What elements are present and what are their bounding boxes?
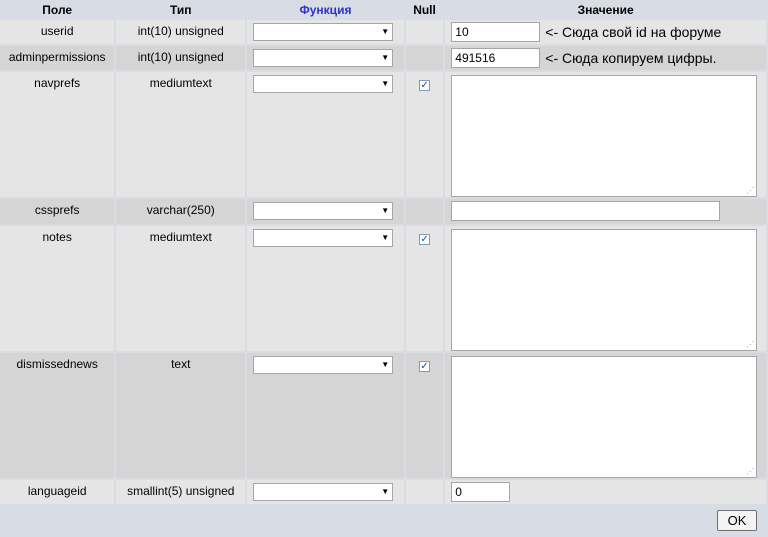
- table-row: cssprefs varchar(250) ▼: [0, 199, 766, 226]
- field-name: notes: [0, 226, 115, 353]
- dropdown-arrow-icon: ▼: [381, 487, 390, 496]
- field-type: mediumtext: [116, 226, 246, 353]
- resize-grip-icon[interactable]: ⋰: [746, 341, 754, 349]
- null-checkbox[interactable]: ✓: [419, 234, 431, 245]
- table-edit-form: Поле Тип Функция Null Значение userid in…: [0, 0, 768, 506]
- field-name: navprefs: [0, 72, 115, 199]
- header-field: Поле: [0, 0, 115, 20]
- function-select[interactable]: ▼: [253, 483, 394, 501]
- table-row: adminpermissions int(10) unsigned ▼ 4915…: [0, 46, 766, 72]
- resize-grip-icon[interactable]: ⋰: [746, 468, 754, 476]
- header-type: Тип: [116, 0, 246, 20]
- table-row: navprefs mediumtext ▼ ✓ ⋰: [0, 72, 766, 199]
- form-footer: OK: [0, 506, 768, 534]
- header-row: Поле Тип Функция Null Значение: [0, 0, 766, 20]
- value-note: <- Сюда копируем цифры.: [545, 50, 717, 66]
- value-textarea[interactable]: ⋰: [451, 229, 758, 351]
- function-select[interactable]: ▼: [253, 202, 394, 220]
- header-value: Значение: [445, 0, 766, 20]
- value-input[interactable]: 10: [451, 22, 541, 42]
- function-select[interactable]: ▼: [253, 229, 394, 247]
- dropdown-arrow-icon: ▼: [381, 79, 390, 88]
- table-row: userid int(10) unsigned ▼ 10 <- Сюда свой…: [0, 20, 766, 46]
- function-select[interactable]: ▼: [253, 75, 394, 93]
- field-type: smallint(5) unsigned: [116, 480, 246, 506]
- table-row: notes mediumtext ▼ ✓ ⋰: [0, 226, 766, 353]
- ok-button[interactable]: OK: [717, 510, 757, 531]
- value-textarea[interactable]: ⋰: [451, 356, 758, 478]
- dropdown-arrow-icon: ▼: [381, 206, 390, 215]
- function-select[interactable]: ▼: [253, 49, 394, 67]
- field-name: userid: [0, 20, 115, 46]
- null-checkbox[interactable]: ✓: [419, 80, 431, 91]
- field-name: cssprefs: [0, 199, 115, 226]
- table-row: languageid smallint(5) unsigned ▼ 0: [0, 480, 766, 506]
- field-type: text: [116, 353, 246, 480]
- field-name: languageid: [0, 480, 115, 506]
- field-type: int(10) unsigned: [116, 46, 246, 72]
- dropdown-arrow-icon: ▼: [381, 233, 390, 242]
- null-checkbox[interactable]: ✓: [419, 361, 431, 372]
- field-type: varchar(250): [116, 199, 246, 226]
- dropdown-arrow-icon: ▼: [381, 360, 390, 369]
- value-note: <- Сюда свой id на форуме: [545, 24, 722, 40]
- field-type: mediumtext: [116, 72, 246, 199]
- value-input[interactable]: 491516: [451, 48, 541, 68]
- value-input[interactable]: [451, 201, 721, 221]
- value-textarea[interactable]: ⋰: [451, 75, 758, 197]
- header-null: Null: [405, 0, 444, 20]
- field-name: dismissednews: [0, 353, 115, 480]
- header-function[interactable]: Функция: [247, 0, 404, 20]
- dropdown-arrow-icon: ▼: [381, 53, 390, 62]
- field-type: int(10) unsigned: [116, 20, 246, 46]
- field-name: adminpermissions: [0, 46, 115, 72]
- dropdown-arrow-icon: ▼: [381, 27, 390, 36]
- value-input[interactable]: 0: [451, 482, 511, 502]
- table-row: dismissednews text ▼ ✓ ⋰: [0, 353, 766, 480]
- resize-grip-icon[interactable]: ⋰: [746, 187, 754, 195]
- function-select[interactable]: ▼: [253, 23, 394, 41]
- function-select[interactable]: ▼: [253, 356, 394, 374]
